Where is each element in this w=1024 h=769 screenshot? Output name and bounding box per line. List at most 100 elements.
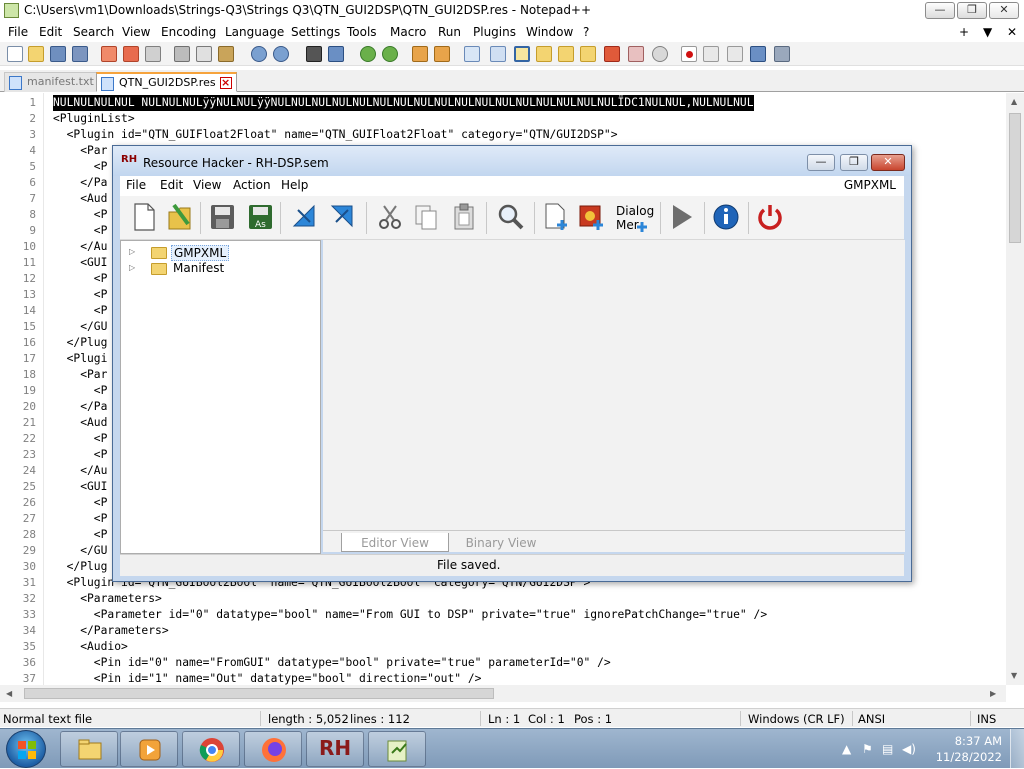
rh-menu-help[interactable]: Help [281, 178, 308, 192]
editor-line[interactable]: 1 NULNULNULNUL NULNULNULÿÿNULNULÿÿNULNULN… [0, 95, 1006, 111]
editor-line[interactable]: 2 <PluginList> [0, 111, 1006, 127]
add-image-icon[interactable] [578, 202, 606, 232]
editor-line[interactable]: 33 <Parameter id="0" datatype="bool" nam… [0, 607, 1006, 623]
npp-minimize-button[interactable]: — [925, 2, 955, 19]
show-all-characters-icon[interactable] [490, 46, 506, 62]
show-hidden-icons-icon[interactable]: ▲ [842, 742, 851, 756]
macro-stop-icon[interactable] [703, 46, 719, 62]
monitoring-icon[interactable] [628, 46, 644, 62]
tab-editor-view[interactable]: Editor View [341, 533, 449, 552]
close-file-icon[interactable] [101, 46, 117, 62]
dialog-merger-icon[interactable]: Dialog Mer [614, 202, 654, 232]
word-wrap-icon[interactable] [464, 46, 480, 62]
open-file-icon[interactable] [28, 46, 44, 62]
indent-guide-icon[interactable] [514, 46, 530, 62]
open-file-icon[interactable] [166, 202, 194, 232]
rh-menu-file[interactable]: File [126, 178, 146, 192]
menu-window[interactable]: Window [526, 25, 573, 39]
copy-icon[interactable] [196, 46, 212, 62]
function-list-icon[interactable] [580, 46, 596, 62]
close-document-icon[interactable]: ✕ [1007, 25, 1017, 39]
editor-line[interactable]: 35 <Audio> [0, 639, 1006, 655]
tab-list-dropdown-icon[interactable]: ▼ [983, 25, 992, 39]
resource-tree[interactable]: ▷ GMPXML ▷ Manifest [120, 240, 321, 554]
clock[interactable]: 8:37 AM 11/28/2022 [936, 733, 1002, 765]
menu-search[interactable]: Search [73, 25, 114, 39]
network-icon[interactable]: ▤ [882, 742, 893, 756]
rh-menu-edit[interactable]: Edit [160, 178, 183, 192]
taskbar-notepadpp[interactable] [368, 731, 426, 767]
taskbar-chrome[interactable] [182, 731, 240, 767]
expand-icon[interactable]: ▷ [129, 247, 135, 256]
menu-encoding[interactable]: Encoding [161, 25, 216, 39]
zoom-out-icon[interactable] [382, 46, 398, 62]
rh-maximize-button[interactable]: ❐ [840, 154, 868, 171]
tab-qtn-gui2dsp[interactable]: QTN_GUI2DSP.res × [96, 72, 237, 92]
expand-icon[interactable]: ▷ [129, 263, 135, 272]
run-script-icon[interactable] [668, 202, 696, 232]
menu-edit[interactable]: Edit [39, 25, 62, 39]
view-icon[interactable] [652, 46, 668, 62]
back-arrow-icon[interactable] [290, 202, 318, 232]
scroll-up-icon[interactable]: ▲ [1011, 97, 1017, 106]
scroll-down-icon[interactable]: ▼ [1011, 671, 1017, 680]
editor-line[interactable]: 34 </Parameters> [0, 623, 1006, 639]
paste-icon[interactable] [218, 46, 234, 62]
cut-icon[interactable] [376, 202, 404, 232]
menu-run[interactable]: Run [438, 25, 461, 39]
redo-icon[interactable] [273, 46, 289, 62]
menu-file[interactable]: File [8, 25, 28, 39]
npp-maximize-button[interactable]: ❐ [957, 2, 987, 19]
horizontal-scroll-thumb[interactable] [24, 688, 494, 699]
rh-menu-action[interactable]: Action [233, 178, 271, 192]
menu-tools[interactable]: Tools [347, 25, 377, 39]
volume-icon[interactable]: ◀) [902, 742, 916, 756]
rh-menu-view[interactable]: View [193, 178, 221, 192]
menu-plugins[interactable]: Plugins [473, 25, 516, 39]
user-defined-language-icon[interactable] [536, 46, 552, 62]
menu-help[interactable]: ? [583, 25, 589, 39]
action-center-icon[interactable]: ⚑ [862, 742, 873, 756]
print-icon[interactable] [145, 46, 161, 62]
close-tab-icon[interactable]: × [219, 77, 232, 89]
save-icon[interactable] [50, 46, 66, 62]
taskbar-resource-hacker[interactable]: RH [306, 731, 364, 767]
cut-icon[interactable] [174, 46, 190, 62]
replace-icon[interactable] [328, 46, 344, 62]
npp-close-button[interactable]: ✕ [989, 2, 1019, 19]
save-icon[interactable] [208, 202, 236, 232]
close-all-icon[interactable] [123, 46, 139, 62]
macro-play-icon[interactable] [727, 46, 743, 62]
resource-editor-pane[interactable] [323, 240, 905, 530]
editor-line[interactable]: 36 <Pin id="0" name="FromGUI" datatype="… [0, 655, 1006, 671]
macro-run-multiple-icon[interactable] [750, 46, 766, 62]
menu-language[interactable]: Language [225, 25, 284, 39]
taskbar-firefox[interactable] [244, 731, 302, 767]
save-as-icon[interactable]: As [246, 202, 274, 232]
search-icon[interactable] [496, 202, 524, 232]
add-resource-icon[interactable] [542, 202, 570, 232]
editor-line[interactable]: 3 <Plugin id="QTN_GUIFloat2Float" name="… [0, 127, 1006, 143]
menu-macro[interactable]: Macro [390, 25, 426, 39]
vertical-scroll-thumb[interactable] [1009, 113, 1021, 243]
menu-view[interactable]: View [122, 25, 150, 39]
paste-icon[interactable] [450, 202, 478, 232]
power-exit-icon[interactable] [756, 202, 784, 232]
undo-icon[interactable] [251, 46, 267, 62]
macro-record-icon[interactable] [681, 46, 697, 62]
macro-save-icon[interactable] [774, 46, 790, 62]
show-desktop-button[interactable] [1010, 729, 1024, 769]
scroll-left-icon[interactable]: ◀ [6, 689, 12, 698]
horizontal-scrollbar[interactable]: ◀ ▶ [0, 685, 1006, 702]
rh-close-button[interactable]: ✕ [871, 154, 905, 171]
zoom-in-icon[interactable] [360, 46, 376, 62]
taskbar-explorer[interactable] [60, 731, 118, 767]
new-tab-icon[interactable]: + [959, 25, 969, 39]
forward-arrow-icon[interactable] [328, 202, 356, 232]
editor-line[interactable]: 37 <Pin id="1" name="Out" datatype="bool… [0, 671, 1006, 685]
menu-settings[interactable]: Settings [291, 25, 340, 39]
scroll-right-icon[interactable]: ▶ [990, 689, 996, 698]
copy-icon[interactable] [412, 202, 440, 232]
document-map-icon[interactable] [558, 46, 574, 62]
find-icon[interactable] [306, 46, 322, 62]
